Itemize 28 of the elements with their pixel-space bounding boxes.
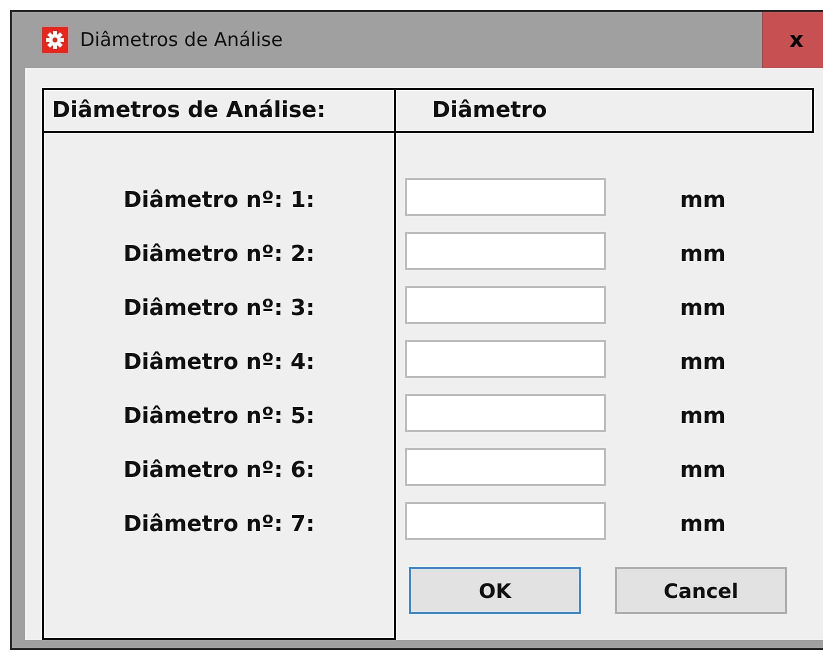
unit-label: mm — [680, 188, 726, 212]
diameter-label: Diâmetro nº: 4: — [123, 348, 315, 376]
column-header: Diâmetro — [396, 88, 814, 133]
unit-label: mm — [680, 296, 726, 320]
diameter-input[interactable] — [405, 286, 606, 324]
diameter-label: Diâmetro nº: 6: — [123, 456, 315, 484]
unit-label: mm — [680, 512, 726, 536]
close-button[interactable]: x — [762, 12, 823, 68]
unit-label: mm — [680, 350, 726, 374]
ok-button[interactable]: OK — [409, 567, 581, 614]
diameter-label: Diâmetro nº: 1: — [123, 186, 315, 214]
diameter-input[interactable] — [405, 178, 606, 216]
unit-label: mm — [680, 458, 726, 482]
gear-icon — [42, 27, 68, 53]
diameter-label: Diâmetro nº: 2: — [123, 240, 315, 268]
unit-label: mm — [680, 242, 726, 266]
diameter-label: Diâmetro nº: 7: — [123, 510, 315, 538]
diameter-input[interactable] — [405, 394, 606, 432]
window-title: Diâmetros de Análise — [80, 29, 284, 51]
diameter-input[interactable] — [405, 340, 606, 378]
diameter-input[interactable] — [405, 232, 606, 270]
diameter-input[interactable] — [405, 448, 606, 486]
diameter-input[interactable] — [405, 502, 606, 540]
diameter-label: Diâmetro nº: 3: — [123, 294, 315, 322]
unit-label: mm — [680, 404, 726, 428]
diameter-label: Diâmetro nº: 5: — [123, 402, 315, 430]
cancel-button[interactable]: Cancel — [615, 567, 787, 614]
column-header: Diâmetros de Análise: — [42, 88, 396, 133]
